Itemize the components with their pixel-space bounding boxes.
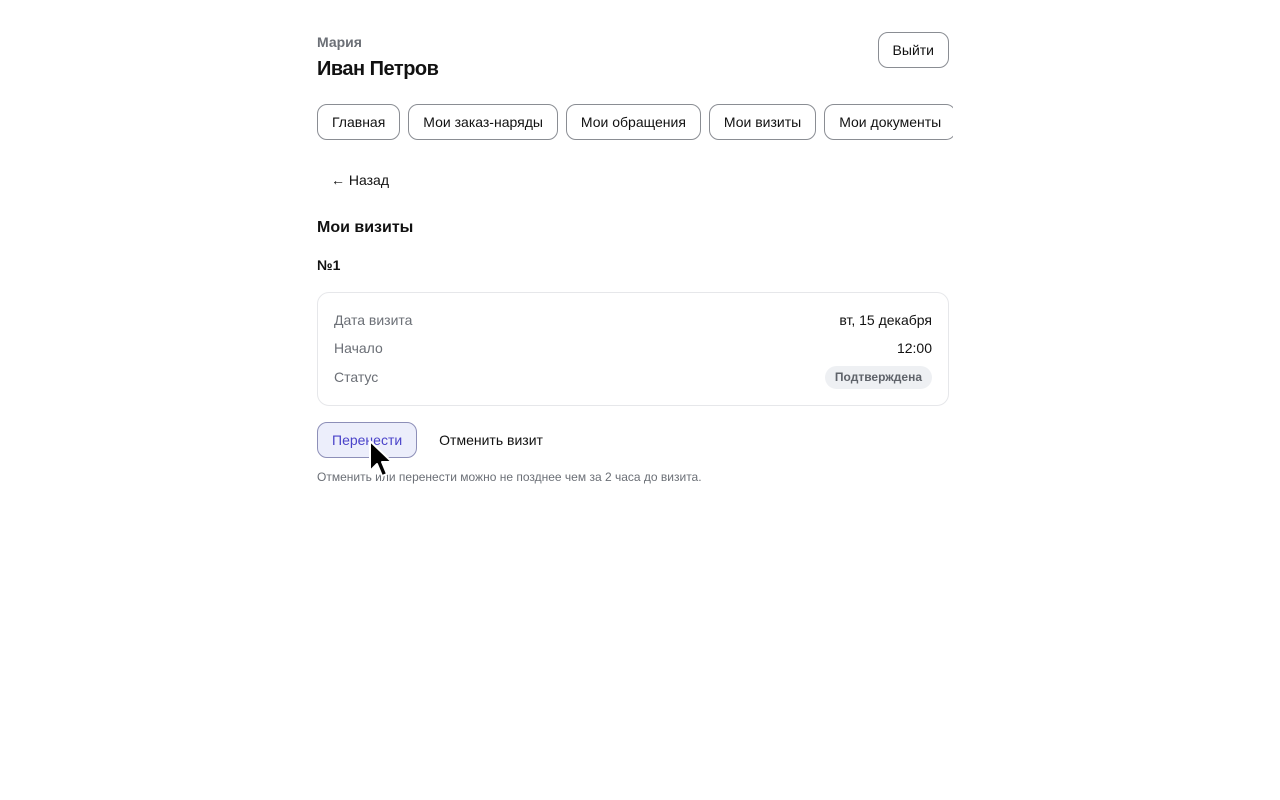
tab-requests[interactable]: Мои обращения [565, 104, 701, 140]
visit-row-date: Дата визита вт, 15 декабря [334, 309, 932, 331]
visit-date-label: Дата визита [334, 312, 413, 328]
tab-home[interactable]: Главная [317, 104, 401, 140]
nav-tabs: Главная Мои заказ-наряды Мои обращения М… [317, 104, 953, 140]
visit-card: Дата визита вт, 15 декабря Начало 12:00 … [317, 292, 949, 406]
visit-number: №1 [317, 257, 341, 273]
tab-documents[interactable]: Мои документы [824, 104, 953, 140]
tab-visits[interactable]: Мои визиты [708, 104, 817, 140]
visit-status-label: Статус [334, 369, 379, 385]
visit-date-value: вт, 15 декабря [839, 312, 932, 328]
logout-button[interactable]: Выйти [877, 32, 949, 68]
visit-actions: Перенести Отменить визит [317, 422, 557, 458]
status-badge: Подтверждена [824, 365, 932, 389]
visit-row-start: Начало 12:00 [334, 337, 932, 359]
cancel-visit-button[interactable]: Отменить визит [425, 422, 557, 458]
visit-start-value: 12:00 [896, 340, 932, 356]
visit-row-status: Статус Подтверждена [334, 365, 932, 389]
reschedule-button[interactable]: Перенести [317, 422, 418, 458]
user-first-name: Мария [317, 34, 362, 50]
user-full-name: Иван Петров [317, 58, 439, 80]
visit-start-label: Начало [334, 340, 383, 356]
header: Мария Иван Петров Выйти [317, 0, 949, 96]
back-link[interactable]: ← Назад [331, 172, 389, 188]
tab-work-orders[interactable]: Мои заказ-наряды [408, 104, 558, 140]
visits-page: Мария Иван Петров Выйти Главная Мои зака… [317, 0, 953, 484]
page-title: Мои визиты [317, 219, 414, 236]
cancellation-note: Отменить или перенести можно не позднее … [317, 470, 702, 484]
